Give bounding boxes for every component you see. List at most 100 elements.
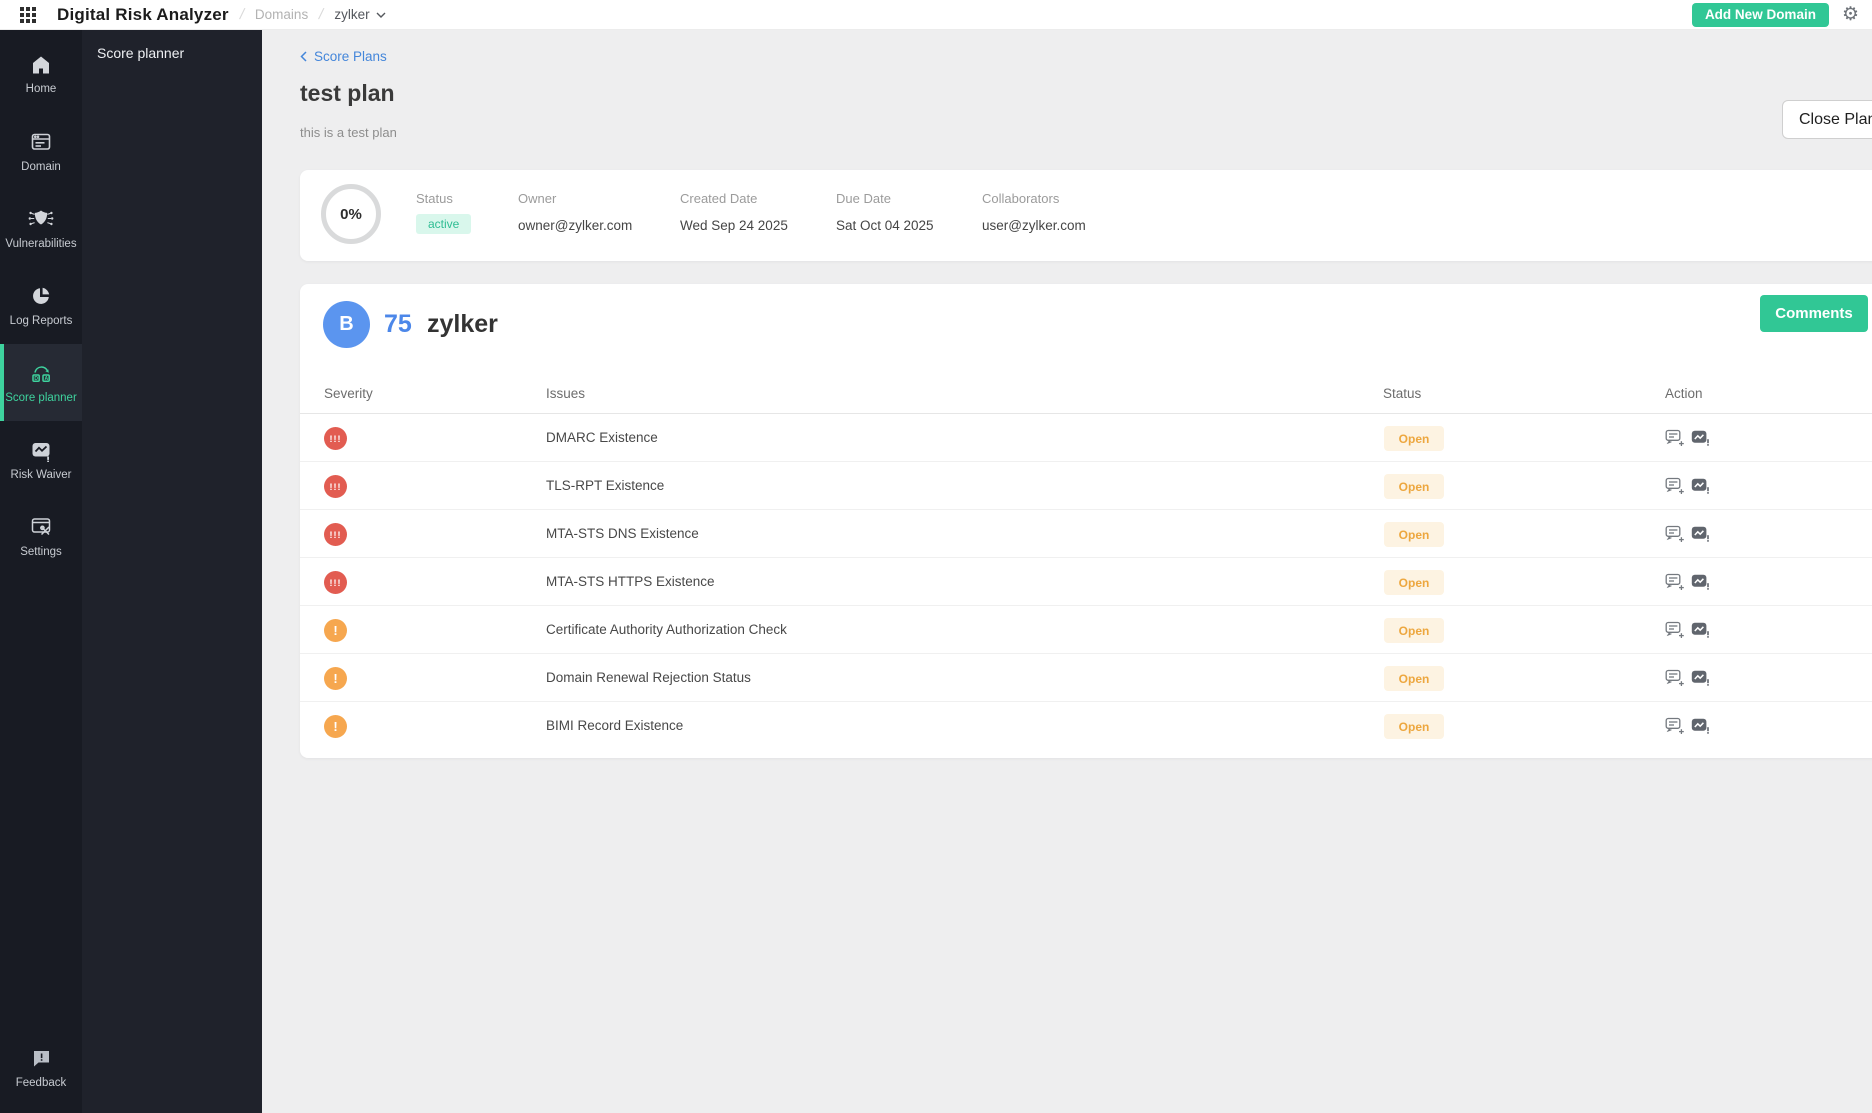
severity-badge: !!! bbox=[324, 427, 347, 450]
risk-waiver-icon bbox=[29, 438, 53, 462]
row-actions bbox=[1665, 429, 1710, 448]
progress-ring: 0% bbox=[321, 184, 381, 244]
sidebar-item-label: Home bbox=[26, 83, 57, 95]
issue-name[interactable]: Domain Renewal Rejection Status bbox=[546, 670, 751, 685]
add-new-domain-button[interactable]: Add New Domain bbox=[1692, 3, 1829, 27]
breadcrumb-current-domain: zylker bbox=[334, 7, 369, 22]
apps-grid-icon[interactable] bbox=[20, 7, 36, 23]
add-comment-icon[interactable] bbox=[1665, 525, 1685, 544]
add-comment-icon[interactable] bbox=[1665, 429, 1685, 448]
top-header: Digital Risk Analyzer / Domains / zylker… bbox=[0, 0, 1872, 30]
row-actions bbox=[1665, 717, 1710, 736]
plan-summary-card: 0% Status active Owner owner@zylker.com … bbox=[300, 170, 1872, 261]
settings-tools-icon bbox=[29, 515, 53, 539]
status-badge: Open bbox=[1384, 714, 1444, 739]
sidebar-item-log-reports[interactable]: Log Reports bbox=[0, 267, 82, 344]
issues-column-header: Issues bbox=[546, 386, 585, 401]
back-to-score-plans-link[interactable]: Score Plans bbox=[300, 49, 387, 64]
severity-badge: !!! bbox=[324, 523, 347, 546]
sidebar-item-label: Log Reports bbox=[10, 315, 73, 327]
row-actions bbox=[1665, 477, 1710, 496]
due-date-field: Due Date Sat Oct 04 2025 bbox=[836, 191, 982, 234]
status-badge: Open bbox=[1384, 522, 1444, 547]
collaborators-field: Collaborators user@zylker.com bbox=[982, 191, 1086, 234]
action-column-header: Action bbox=[1665, 386, 1703, 401]
issue-name[interactable]: TLS-RPT Existence bbox=[546, 478, 664, 493]
issues-table: Severity Issues Status Action !!! DMARC … bbox=[300, 380, 1872, 750]
status-field: Status active bbox=[416, 191, 518, 234]
table-row[interactable]: !!! TLS-RPT Existence Open bbox=[300, 462, 1872, 510]
sidebar-item-label: Feedback bbox=[16, 1077, 67, 1089]
sidebar-item-feedback[interactable]: Feedback bbox=[0, 1033, 82, 1103]
table-row[interactable]: ! Domain Renewal Rejection Status Open bbox=[300, 654, 1872, 702]
breadcrumb-separator: / bbox=[238, 6, 246, 23]
page-subtitle: this is a test plan bbox=[300, 125, 397, 140]
severity-badge: !!! bbox=[324, 571, 347, 594]
issue-name[interactable]: BIMI Record Existence bbox=[546, 718, 683, 733]
severity-column-header: Severity bbox=[324, 386, 373, 401]
request-waiver-icon[interactable] bbox=[1691, 717, 1710, 736]
status-active-badge: active bbox=[416, 214, 471, 234]
due-date-label: Due Date bbox=[836, 191, 982, 206]
sidebar-item-label: Score planner bbox=[5, 392, 77, 404]
row-actions bbox=[1665, 573, 1710, 592]
sidebar-item-vulnerabilities[interactable]: Vulnerabilities bbox=[0, 190, 82, 267]
row-actions bbox=[1665, 669, 1710, 688]
browser-window-icon bbox=[29, 130, 53, 154]
main-content: Score Plans test plan this is a test pla… bbox=[262, 30, 1872, 1113]
request-waiver-icon[interactable] bbox=[1691, 477, 1710, 496]
shield-nodes-icon bbox=[28, 207, 54, 231]
score-planner-icon: D A bbox=[28, 361, 54, 385]
close-plan-button[interactable]: Close Plan bbox=[1782, 100, 1872, 139]
status-badge: Open bbox=[1384, 618, 1444, 643]
issue-name[interactable]: Certificate Authority Authorization Chec… bbox=[546, 622, 787, 637]
domain-issues-card: B 75 zylker Comments Severity Issues Sta… bbox=[300, 284, 1872, 758]
sidebar-item-domain[interactable]: Domain bbox=[0, 113, 82, 190]
chevron-down-icon bbox=[376, 12, 386, 18]
progress-value: 0% bbox=[340, 206, 362, 223]
request-waiver-icon[interactable] bbox=[1691, 621, 1710, 640]
issues-table-body: !!! DMARC Existence Open !!! TLS-RPT Exi… bbox=[300, 414, 1872, 750]
request-waiver-icon[interactable] bbox=[1691, 669, 1710, 688]
request-waiver-icon[interactable] bbox=[1691, 573, 1710, 592]
chevron-left-icon bbox=[300, 51, 307, 62]
gear-icon[interactable]: ⚙ bbox=[1842, 5, 1859, 24]
comments-button[interactable]: Comments bbox=[1760, 295, 1868, 332]
add-comment-icon[interactable] bbox=[1665, 717, 1685, 736]
add-comment-icon[interactable] bbox=[1665, 573, 1685, 592]
severity-badge: ! bbox=[324, 715, 347, 738]
primary-sidebar: Home Domain Vul bbox=[0, 30, 82, 1113]
secondary-sidebar-title[interactable]: Score planner bbox=[82, 30, 262, 61]
status-badge: Open bbox=[1384, 474, 1444, 499]
request-waiver-icon[interactable] bbox=[1691, 429, 1710, 448]
domain-selector[interactable]: zylker bbox=[334, 7, 385, 22]
sidebar-item-settings[interactable]: Settings bbox=[0, 498, 82, 575]
sidebar-item-risk-waiver[interactable]: Risk Waiver bbox=[0, 421, 82, 498]
add-comment-icon[interactable] bbox=[1665, 621, 1685, 640]
severity-badge: !!! bbox=[324, 475, 347, 498]
issue-name[interactable]: MTA-STS HTTPS Existence bbox=[546, 574, 715, 589]
issue-name[interactable]: MTA-STS DNS Existence bbox=[546, 526, 699, 541]
sidebar-item-score-planner[interactable]: D A Score planner bbox=[0, 344, 82, 421]
breadcrumb-separator: / bbox=[317, 6, 325, 23]
breadcrumb-domains[interactable]: Domains bbox=[255, 7, 308, 22]
table-row[interactable]: !!! MTA-STS HTTPS Existence Open bbox=[300, 558, 1872, 606]
collaborators-value: user@zylker.com bbox=[982, 218, 1086, 233]
table-row[interactable]: ! BIMI Record Existence Open bbox=[300, 702, 1872, 750]
sidebar-item-home[interactable]: Home bbox=[0, 36, 82, 113]
request-waiver-icon[interactable] bbox=[1691, 525, 1710, 544]
status-badge: Open bbox=[1384, 570, 1444, 595]
status-column-header: Status bbox=[1383, 386, 1421, 401]
add-comment-icon[interactable] bbox=[1665, 669, 1685, 688]
table-row[interactable]: !!! MTA-STS DNS Existence Open bbox=[300, 510, 1872, 558]
sidebar-item-label: Settings bbox=[20, 546, 62, 558]
severity-badge: ! bbox=[324, 667, 347, 690]
owner-label: Owner bbox=[518, 191, 680, 206]
owner-value: owner@zylker.com bbox=[518, 218, 680, 233]
table-row[interactable]: !!! DMARC Existence Open bbox=[300, 414, 1872, 462]
table-row[interactable]: ! Certificate Authority Authorization Ch… bbox=[300, 606, 1872, 654]
created-date-field: Created Date Wed Sep 24 2025 bbox=[680, 191, 836, 234]
status-badge: Open bbox=[1384, 666, 1444, 691]
issue-name[interactable]: DMARC Existence bbox=[546, 430, 658, 445]
add-comment-icon[interactable] bbox=[1665, 477, 1685, 496]
